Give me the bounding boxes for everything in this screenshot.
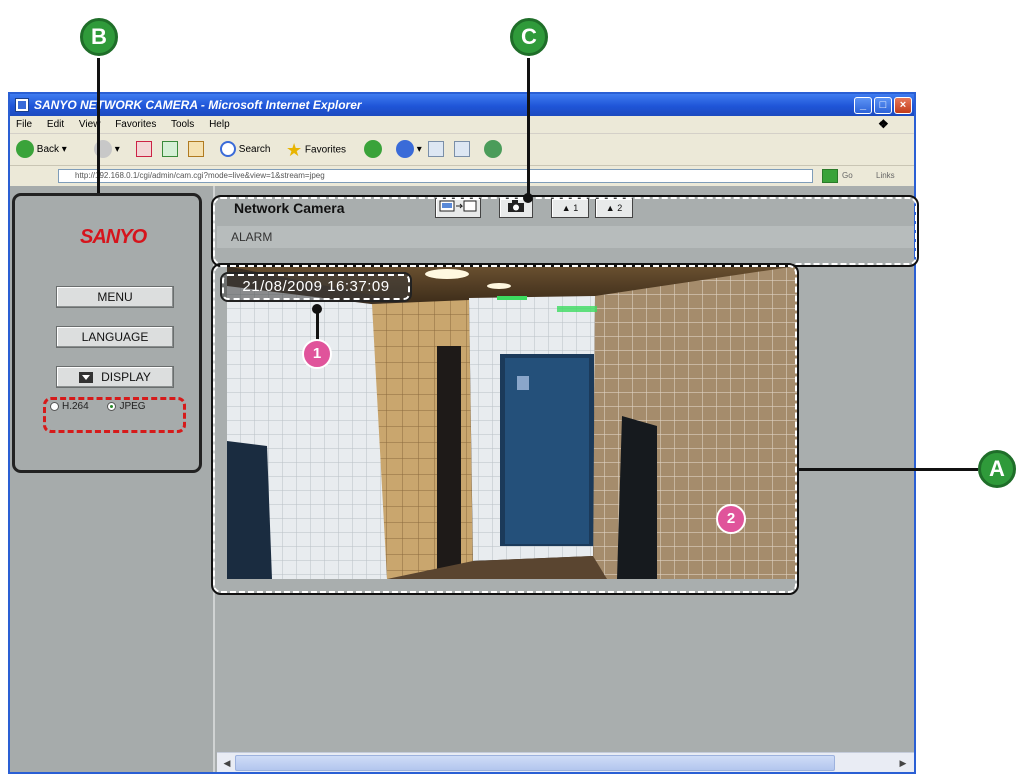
back-arrow-icon [16, 140, 34, 159]
menu-tools[interactable]: Tools [171, 119, 194, 130]
star-icon: ★ [286, 140, 303, 160]
callout-b-badge: B [80, 18, 118, 56]
history-icon [364, 140, 382, 159]
home-button[interactable] [188, 140, 204, 160]
refresh-icon [162, 141, 178, 158]
stop-button[interactable] [136, 140, 152, 160]
scroll-thumb[interactable] [235, 755, 835, 771]
callout-c-badge: C [510, 18, 548, 56]
marker-1-badge: 1 [302, 339, 332, 369]
go-button[interactable] [822, 169, 838, 183]
menu-edit[interactable]: Edit [47, 119, 64, 130]
scroll-left-icon[interactable]: ◀ [219, 755, 235, 771]
video-callout-frame [211, 263, 799, 595]
window-title: SANYO NETWORK CAMERA - Microsoft Interne… [34, 98, 362, 112]
address-input[interactable]: http://192.168.0.1/cgi/admin/cam.cgi?mod… [58, 169, 813, 183]
edit-icon [454, 141, 470, 158]
scroll-right-icon[interactable]: ▶ [895, 755, 911, 771]
menu-favorites[interactable]: Favorites [115, 119, 156, 130]
address-bar: http://192.168.0.1/cgi/admin/cam.cgi?mod… [10, 166, 914, 186]
home-icon [188, 141, 204, 158]
callout-a-line [798, 468, 978, 471]
maximize-button[interactable]: □ [874, 97, 892, 114]
ie-app-icon [15, 98, 29, 112]
refresh-button[interactable] [162, 140, 178, 160]
mail-icon [396, 140, 414, 159]
codec-highlight-frame [43, 397, 186, 433]
menu-help[interactable]: Help [209, 119, 230, 130]
history-button[interactable] [364, 140, 382, 160]
edit-button[interactable] [454, 140, 470, 160]
links-label[interactable]: Links [876, 166, 895, 186]
messenger-button[interactable] [484, 140, 502, 160]
windows-logo-icon: ❖ [878, 117, 889, 131]
horizontal-scrollbar[interactable]: ◀ ▶ [217, 752, 914, 772]
callout-a-badge: A [978, 450, 1016, 488]
go-label[interactable]: Go [842, 166, 853, 186]
search-button[interactable]: Search [220, 140, 270, 160]
mail-button[interactable]: ▾ [396, 140, 422, 160]
menu-file[interactable]: File [16, 119, 32, 130]
marker-2-badge: 2 [716, 504, 746, 534]
print-button[interactable] [428, 140, 444, 160]
browser-toolbar: Back ▾ ▾ Search ★ Favorites ▾ [10, 134, 914, 166]
back-button[interactable]: Back ▾ [16, 140, 67, 160]
title-bar: SANYO NETWORK CAMERA - Microsoft Interne… [10, 94, 914, 116]
close-button[interactable]: × [894, 97, 912, 114]
messenger-icon [484, 140, 502, 159]
minimize-button[interactable]: _ [854, 97, 872, 114]
callout-c-line [527, 58, 530, 198]
callout-b-line [97, 58, 100, 193]
camera-bar-callout-frame [211, 195, 919, 267]
favorites-button[interactable]: ★ Favorites [286, 140, 346, 160]
callout-c-dot [523, 193, 533, 203]
print-icon [428, 141, 444, 158]
menu-bar: File Edit View Favorites Tools Help ❖ [10, 116, 914, 134]
search-icon [220, 141, 236, 158]
marker-1-dot [312, 304, 322, 314]
stop-icon [136, 141, 152, 158]
